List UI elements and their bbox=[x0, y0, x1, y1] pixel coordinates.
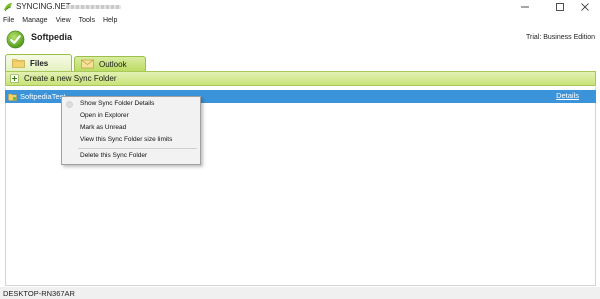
menu-open-in-explorer[interactable]: Open in Explorer bbox=[80, 112, 129, 119]
tab-bar: Files Outlook bbox=[0, 54, 600, 71]
tab-outlook-label: Outlook bbox=[99, 59, 127, 69]
redacted-title-text bbox=[66, 5, 121, 9]
check-circle-icon bbox=[6, 30, 25, 49]
menu-view-size-limits[interactable]: View this Sync Folder size limits bbox=[80, 136, 172, 143]
maximize-icon bbox=[556, 3, 564, 11]
menu-bar: File Manage View Tools Help bbox=[0, 15, 121, 27]
status-bar: DESKTOP-RN367AR bbox=[0, 287, 600, 299]
menu-file[interactable]: File bbox=[0, 15, 18, 27]
computer-name: DESKTOP-RN367AR bbox=[3, 289, 75, 298]
account-header: Softpedia Trial: Business Edition bbox=[0, 28, 600, 53]
tab-files-label: Files bbox=[30, 58, 49, 68]
menu-separator bbox=[78, 148, 197, 149]
close-button[interactable] bbox=[570, 0, 600, 14]
tab-files[interactable]: Files bbox=[5, 54, 72, 71]
envelope-icon bbox=[81, 59, 94, 69]
menu-delete-folder[interactable]: Delete this Sync Folder bbox=[80, 152, 147, 159]
details-link[interactable]: Details bbox=[556, 91, 579, 100]
create-sync-folder-label: Create a new Sync Folder bbox=[24, 74, 117, 83]
close-icon bbox=[581, 3, 589, 11]
context-menu: Show Sync Folder Details Open in Explore… bbox=[61, 96, 201, 165]
account-name: Softpedia bbox=[31, 32, 73, 42]
minimize-icon bbox=[521, 6, 529, 8]
sync-folder-name: SoftpediaTest bbox=[20, 92, 66, 101]
plus-icon bbox=[10, 74, 19, 83]
folder-icon bbox=[12, 59, 25, 68]
menu-tools[interactable]: Tools bbox=[75, 15, 99, 27]
menu-show-details[interactable]: Show Sync Folder Details bbox=[80, 100, 154, 107]
tab-outlook[interactable]: Outlook bbox=[74, 56, 146, 71]
menu-manage[interactable]: Manage bbox=[18, 15, 51, 27]
create-sync-folder-button[interactable]: Create a new Sync Folder bbox=[5, 71, 596, 86]
sync-folder-icon bbox=[8, 93, 17, 101]
menu-help[interactable]: Help bbox=[99, 15, 121, 27]
app-logo-icon bbox=[4, 3, 12, 12]
menu-view[interactable]: View bbox=[52, 15, 75, 27]
edition-label: Trial: Business Edition bbox=[526, 34, 595, 41]
info-icon bbox=[66, 101, 73, 108]
minimize-button[interactable] bbox=[510, 0, 540, 14]
title-bar: SYNCING.NET - bbox=[0, 0, 600, 14]
menu-mark-unread[interactable]: Mark as Unread bbox=[80, 124, 126, 131]
